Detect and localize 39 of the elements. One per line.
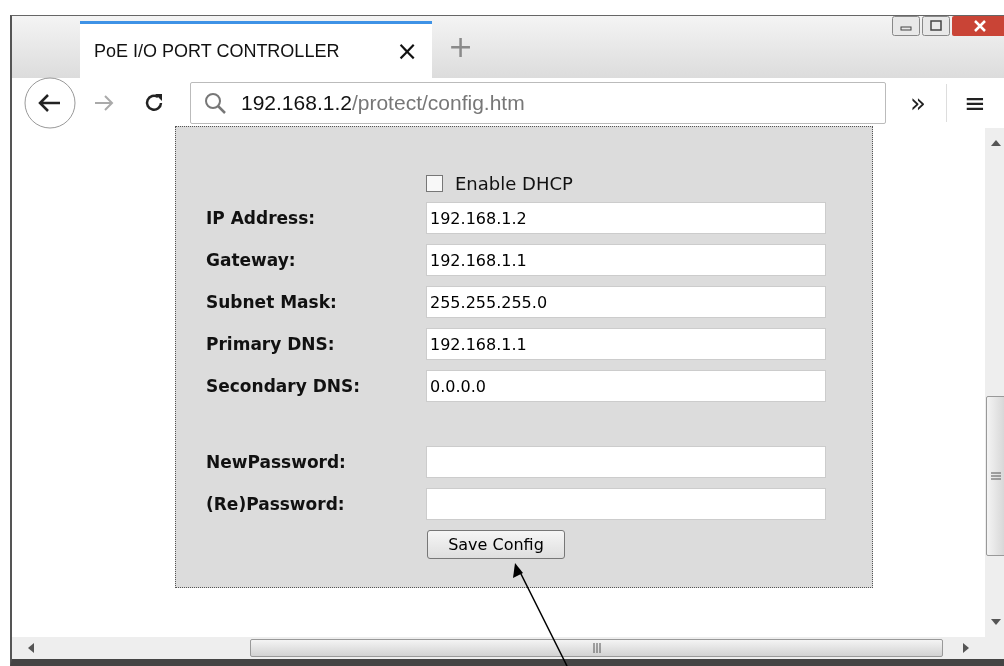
scroll-thumb[interactable] [986,396,1004,556]
scroll-left-icon[interactable] [28,643,34,653]
dhcp-label: Enable DHCP [455,173,573,194]
password-field[interactable] [426,446,826,478]
dhcp-checkbox[interactable] [426,175,443,192]
vertical-scrollbar[interactable] [985,128,1004,637]
field-label: (Re)Password: [206,494,345,514]
scroll-right-icon[interactable] [963,643,969,653]
input-field[interactable]: 0.0.0.0 [426,370,826,402]
grip-icon [991,472,1001,480]
menu-button[interactable]: ≡ [961,88,989,118]
field-label: NewPassword: [206,452,346,472]
close-icon[interactable] [952,16,1004,36]
field-label: Primary DNS: [206,334,335,354]
field-label: Secondary DNS: [206,376,361,396]
back-icon[interactable] [24,77,76,129]
url-text: 192.168.1.2/protect/config.htm [241,91,525,115]
tab-close-button[interactable]: × [396,38,418,64]
tab-title: PoE I/O PORT CONTROLLER [94,40,341,62]
grip-icon [592,643,601,653]
input-field[interactable]: 192.168.1.1 [426,328,826,360]
password-field[interactable] [426,488,826,520]
input-field[interactable]: 192.168.1.2 [426,202,826,234]
save-config-button[interactable]: Save Config [427,530,565,559]
address-bar[interactable]: 192.168.1.2/protect/config.htm [190,82,886,124]
horizontal-scrollbar[interactable] [12,637,1004,659]
minimize-icon[interactable] [892,16,920,36]
maximize-icon[interactable] [922,16,950,36]
scroll-up-icon[interactable] [990,140,1001,146]
input-field[interactable]: 192.168.1.1 [426,244,826,276]
browser-tab[interactable]: PoE I/O PORT CONTROLLER × [80,21,432,78]
field-label: IP Address: [206,208,316,228]
scroll-thumb[interactable] [250,639,943,657]
input-field[interactable]: 255.255.255.0 [426,286,826,318]
overflow-button[interactable]: » [904,88,932,118]
field-label: Gateway: [206,250,296,270]
scroll-down-icon[interactable] [990,619,1001,625]
field-label: Subnet Mask: [206,292,337,312]
search-icon [203,91,227,115]
